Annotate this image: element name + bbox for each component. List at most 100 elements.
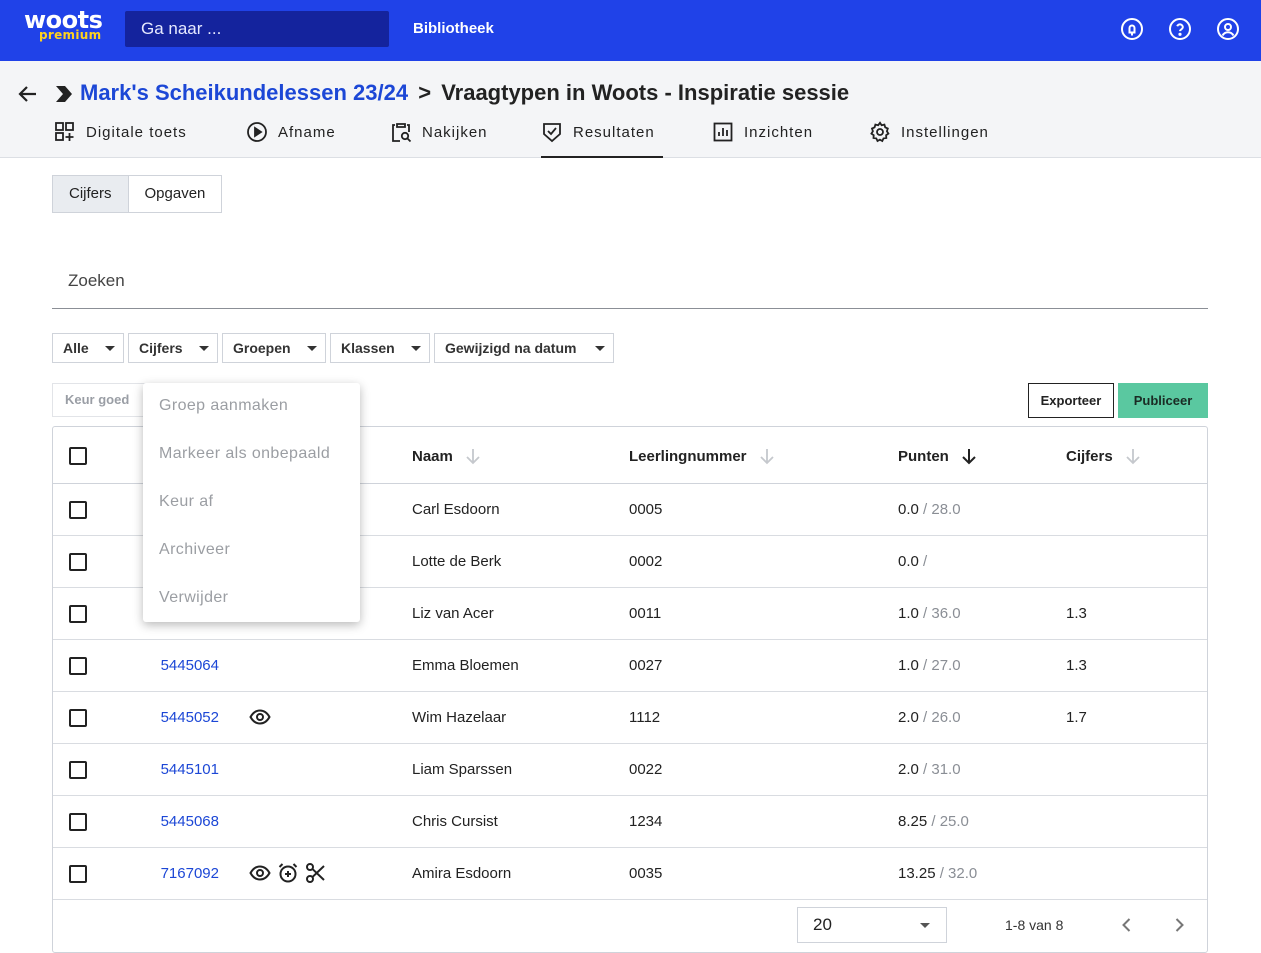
submission-id-link[interactable]: 5445052 [143, 709, 219, 727]
menu-item-delete[interactable]: Verwijder [159, 589, 228, 607]
points-scored: 0.0 [898, 553, 919, 570]
filter-groepen[interactable]: Groepen [222, 333, 326, 363]
student-name: Emma Bloemen [412, 657, 519, 674]
submission-id-link[interactable]: 7167092 [143, 865, 219, 883]
scissors-icon[interactable] [305, 862, 327, 884]
row-checkbox[interactable] [69, 813, 87, 831]
library-link[interactable]: Bibliotheek [413, 20, 494, 37]
grade: 1.3 [1066, 605, 1087, 622]
menu-item-archive[interactable]: Archiveer [159, 541, 230, 559]
student-number: 0027 [629, 657, 663, 674]
menu-item-mark-undetermined[interactable]: Markeer als onbepaald [159, 445, 330, 463]
column-label: Leerlingnummer [629, 447, 747, 465]
tab-nakijken[interactable]: Nakijken [390, 120, 500, 158]
column-header-leerlingnummer[interactable]: Leerlingnummer [629, 447, 775, 465]
toggle-cijfers[interactable]: Cijfers [53, 176, 129, 212]
menu-item-create-group[interactable]: Groep aanmaken [159, 397, 288, 415]
publish-button[interactable]: Publiceer [1118, 383, 1208, 418]
column-header-naam[interactable]: Naam [412, 447, 481, 465]
filter-klassen[interactable]: Klassen [330, 333, 430, 363]
row-checkbox[interactable] [69, 501, 87, 519]
logo-subtext: premium [39, 28, 102, 42]
filter-alle[interactable]: Alle [52, 333, 124, 363]
clipboard-search-icon [392, 123, 412, 143]
play-circle-icon [247, 122, 267, 142]
row-checkbox[interactable] [69, 553, 87, 571]
bar-chart-icon [713, 122, 733, 142]
points: 8.25 / 25.0 [898, 813, 969, 831]
points-scored: 1.0 [898, 657, 919, 674]
page-range: 1-8 van 8 [1005, 917, 1064, 933]
goto-search-input[interactable]: Ga naar ... [125, 11, 389, 47]
tab-label: Nakijken [422, 124, 488, 141]
help-icon[interactable] [1168, 17, 1192, 41]
points: 1.0 / 36.0 [898, 605, 961, 623]
grade: 1.7 [1066, 709, 1087, 726]
column-header-cijfers[interactable]: Cijfers [1066, 447, 1141, 465]
row-checkbox[interactable] [69, 865, 87, 883]
filter-gewijzigd-na-datum[interactable]: Gewijzigd na datum [434, 333, 614, 363]
back-arrow-icon[interactable] [16, 82, 40, 106]
row-checkbox[interactable] [69, 761, 87, 779]
breadcrumb: Mark's Scheikundelessen 23/24 > Vraagtyp… [80, 80, 849, 106]
tab-label: Instellingen [901, 124, 989, 141]
tab-afname[interactable]: Afname [246, 120, 346, 158]
alarm-plus-icon[interactable] [277, 862, 299, 884]
chevron-right-icon[interactable] [1169, 915, 1189, 935]
page-size-value: 20 [813, 915, 832, 934]
table-footer: 20 1-8 van 8 [53, 899, 1207, 953]
toggle-opgaven[interactable]: Opgaven [129, 176, 222, 212]
notification-icon[interactable] [1120, 17, 1144, 41]
row-checkbox[interactable] [69, 709, 87, 727]
column-label: Naam [412, 447, 453, 465]
points-max: / 25.0 [931, 813, 969, 830]
grade: 1.3 [1066, 657, 1087, 674]
breadcrumb-separator: > [418, 80, 432, 105]
row-checkbox[interactable] [69, 657, 87, 675]
tab-inzichten[interactable]: Inzichten [712, 120, 824, 158]
table-row[interactable]: 5445064 Emma Bloemen 0027 1.0 / 27.0 1.3 [53, 640, 1207, 692]
eye-icon[interactable] [249, 862, 271, 884]
column-header-punten[interactable]: Punten [898, 447, 977, 465]
points-max: / 27.0 [923, 657, 961, 674]
filter-label: Groepen [233, 340, 291, 356]
student-name: Liam Sparssen [412, 761, 513, 778]
table-row[interactable]: 5445101 Liam Sparssen 0022 2.0 / 31.0 [53, 744, 1207, 796]
approve-button[interactable]: Keur goed [52, 383, 152, 417]
grid-plus-icon [55, 122, 74, 141]
row-checkbox[interactable] [69, 605, 87, 623]
table-row[interactable]: 5445068 Chris Cursist 1234 8.25 / 25.0 [53, 796, 1207, 848]
tab-instellingen[interactable]: Instellingen [869, 120, 1004, 158]
points-scored: 1.0 [898, 605, 919, 622]
chevron-left-icon[interactable] [1117, 915, 1137, 935]
eye-icon[interactable] [249, 706, 271, 728]
tab-digitale-toets[interactable]: Digitale toets [54, 120, 204, 158]
submission-id-link[interactable]: 5445064 [143, 657, 219, 675]
caret-down-icon [307, 346, 317, 351]
caret-down-icon [920, 923, 930, 928]
export-button[interactable]: Exporteer [1028, 383, 1114, 418]
tab-resultaten[interactable]: Resultaten [541, 120, 663, 158]
woots-logo[interactable]: woots premium [24, 8, 104, 48]
select-all-checkbox[interactable] [69, 447, 87, 465]
page-size-select[interactable]: 20 [797, 907, 947, 943]
points: 13.25 / 32.0 [898, 865, 977, 883]
filter-cijfers[interactable]: Cijfers [128, 333, 218, 363]
submission-id-link[interactable]: 5445068 [143, 813, 219, 831]
caret-down-icon [595, 346, 605, 351]
points-max: / 28.0 [923, 501, 961, 518]
points: 0.0 / [898, 553, 927, 571]
shield-check-icon [543, 123, 561, 143]
breadcrumb-course-link[interactable]: Mark's Scheikundelessen 23/24 [80, 80, 408, 105]
table-row[interactable]: 7167092 Amira Esdoorn 0035 13.25 / 32.0 [53, 848, 1207, 900]
table-row[interactable]: 5445052 Wim Hazelaar 1112 2.0 / 26.0 1.7 [53, 692, 1207, 744]
account-icon[interactable] [1216, 17, 1240, 41]
column-label: Punten [898, 447, 949, 465]
points-scored: 8.25 [898, 813, 928, 830]
submission-id-link[interactable]: 5445101 [143, 761, 219, 779]
student-number: 0035 [629, 865, 663, 882]
menu-item-reject[interactable]: Keur af [159, 493, 213, 511]
column-label: Cijfers [1066, 447, 1113, 465]
points: 2.0 / 26.0 [898, 709, 961, 727]
search-input[interactable]: Zoeken [52, 262, 1208, 309]
